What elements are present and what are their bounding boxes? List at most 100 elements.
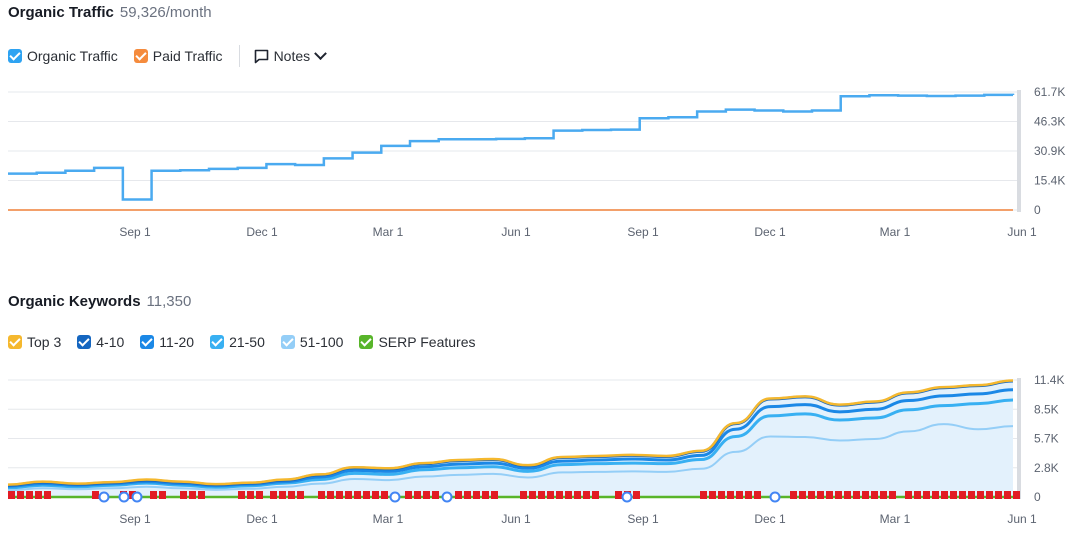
serp-flag-icon xyxy=(817,491,824,499)
serp-flag-icon xyxy=(363,491,370,499)
serp-flag-icon xyxy=(198,491,205,499)
organic-traffic-chart: 61.7K 46.3K 30.9K 15.4K 0 Sep 1 Dec 1 Mar 1 Jun… xyxy=(8,85,1065,239)
legend-21-50[interactable]: 21-50 xyxy=(210,334,265,350)
serp-flag-icon xyxy=(592,491,599,499)
organic-keywords-chart: 11.4K8.5K5.7K2.8K0 Sep 1 Dec 1 Mar 1 Jun 1S… xyxy=(7,373,1064,526)
serp-flag-icon xyxy=(633,491,640,499)
keywords-y-tick-11-4k: 11.4K xyxy=(1034,373,1064,387)
google-update-icon[interactable] xyxy=(98,491,110,503)
serp-flag-icon xyxy=(491,491,498,499)
traffic-x-tick-jun-1: Jun 1 xyxy=(1007,225,1037,239)
legend-organic-traffic[interactable]: Organic Traffic xyxy=(8,48,118,64)
serp-flag-icon xyxy=(932,491,939,499)
serp-flag-icon xyxy=(923,491,930,499)
serp-flag-icon xyxy=(615,491,622,499)
serp-flag-icon xyxy=(565,491,572,499)
legend-top-3[interactable]: Top 3 xyxy=(8,334,61,350)
serp-flag-icon xyxy=(414,491,421,499)
traffic-x-tick-dec-1: Dec 1 xyxy=(246,225,278,239)
keywords-legend: Top 3 4-10 11-20 21-50 51-100 SERP Featu… xyxy=(8,334,491,350)
serp-flag-icon xyxy=(986,491,993,499)
checkbox-icon[interactable] xyxy=(280,335,295,349)
serp-flag-icon xyxy=(754,491,761,499)
serp-flag-icon xyxy=(405,491,412,499)
traffic-x-tick-dec-1: Dec 1 xyxy=(754,225,786,239)
serp-flag-icon xyxy=(977,491,984,499)
serp-flag-icon xyxy=(288,491,295,499)
serp-flag-icon xyxy=(238,491,245,499)
serp-flag-icon xyxy=(318,491,325,499)
traffic-x-tick-mar-1: Mar 1 xyxy=(373,225,404,239)
traffic-lines xyxy=(8,93,1015,211)
legend-serp-features-label: SERP Features xyxy=(378,334,476,350)
legend-11-20[interactable]: 11-20 xyxy=(140,334,194,350)
keywords-x-axis: Sep 1 Dec 1 Mar 1 Jun 1 Sep 1 Dec 1 Mar 1 Jun 1 xyxy=(119,512,1037,526)
serp-flag-icon xyxy=(381,491,388,499)
serp-flag-icon xyxy=(574,491,581,499)
keywords-y-tick-0: 0 xyxy=(1034,490,1041,504)
legend-organic-traffic-label: Organic Traffic xyxy=(27,48,118,64)
chevron-down-icon xyxy=(314,46,328,60)
legend-51-100[interactable]: 51-100 xyxy=(280,334,343,350)
legend-21-50-label: 21-50 xyxy=(229,334,265,350)
organic-traffic-title-label: Organic Traffic xyxy=(8,4,114,21)
traffic-legend: Organic Traffic Paid Traffic Notes xyxy=(8,45,328,67)
organic-traffic-title: Organic Traffic 59,326/month xyxy=(8,4,212,21)
notes-dropdown[interactable]: Notes xyxy=(254,46,328,64)
serp-flag-icon xyxy=(853,491,860,499)
checkbox-icon[interactable] xyxy=(210,335,225,349)
legend-4-10-label: 4-10 xyxy=(96,334,125,350)
serp-flag-icon xyxy=(871,491,878,499)
serp-flag-icon xyxy=(372,491,379,499)
google-update-icon[interactable] xyxy=(131,491,143,503)
keywords-range-handle[interactable] xyxy=(1017,378,1021,499)
serp-flag-icon xyxy=(44,491,51,499)
serp-flag-icon xyxy=(150,491,157,499)
checkbox-icon[interactable] xyxy=(133,49,148,63)
organic-keywords-title-label: Organic Keywords xyxy=(8,293,141,310)
google-update-icon[interactable] xyxy=(118,491,130,503)
keywords-x-tick-mar-1: Mar 1 xyxy=(373,512,404,526)
checkbox-icon[interactable] xyxy=(77,335,92,349)
checkbox-icon[interactable] xyxy=(140,335,155,349)
checkbox-icon[interactable] xyxy=(359,335,374,349)
google-update-icon[interactable] xyxy=(769,491,781,503)
serp-flag-icon xyxy=(799,491,806,499)
serp-flag-icon xyxy=(17,491,24,499)
serp-flag-icon xyxy=(556,491,563,499)
serp-flag-icon xyxy=(247,491,254,499)
legend-4-10[interactable]: 4-10 xyxy=(77,334,124,350)
serp-flag-icon xyxy=(345,491,352,499)
legend-serp-features[interactable]: SERP Features xyxy=(359,334,475,350)
serp-flag-icon xyxy=(941,491,948,499)
serp-flag-icon xyxy=(968,491,975,499)
traffic-y-tick-46-3k: 46.3K xyxy=(1034,115,1065,129)
traffic-gridlines xyxy=(8,90,1021,212)
serp-flag-icon xyxy=(423,491,430,499)
google-update-icon[interactable] xyxy=(389,491,401,503)
keywords-x-tick-dec-1: Dec 1 xyxy=(246,512,278,526)
checkbox-icon[interactable] xyxy=(8,49,22,63)
serp-flag-icon xyxy=(354,491,361,499)
serp-flag-icon xyxy=(336,491,343,499)
serp-flag-icon xyxy=(700,491,707,499)
keywords-x-tick-jun-1: Jun 1 xyxy=(1007,512,1037,526)
traffic-y-tick-0: 0 xyxy=(1034,203,1041,217)
serp-flag-icon xyxy=(26,491,33,499)
google-update-icon[interactable] xyxy=(621,491,633,503)
serp-flag-icon xyxy=(538,491,545,499)
organic-traffic-value: 59,326/month xyxy=(119,4,212,21)
serp-flag-icon xyxy=(790,491,797,499)
legend-11-20-label: 11-20 xyxy=(159,334,195,350)
serp-flag-icon xyxy=(835,491,842,499)
serp-flag-icon xyxy=(547,491,554,499)
serp-flag-icon xyxy=(745,491,752,499)
legend-paid-traffic[interactable]: Paid Traffic xyxy=(133,48,223,64)
serp-flag-icon xyxy=(709,491,716,499)
checkbox-icon[interactable] xyxy=(8,335,22,349)
serp-flag-icon xyxy=(1013,491,1020,499)
serp-flag-icon xyxy=(583,491,590,499)
google-update-icon[interactable] xyxy=(441,491,453,503)
traffic-range-handle[interactable] xyxy=(1017,90,1021,212)
traffic-x-tick-sep-1: Sep 1 xyxy=(627,225,659,239)
